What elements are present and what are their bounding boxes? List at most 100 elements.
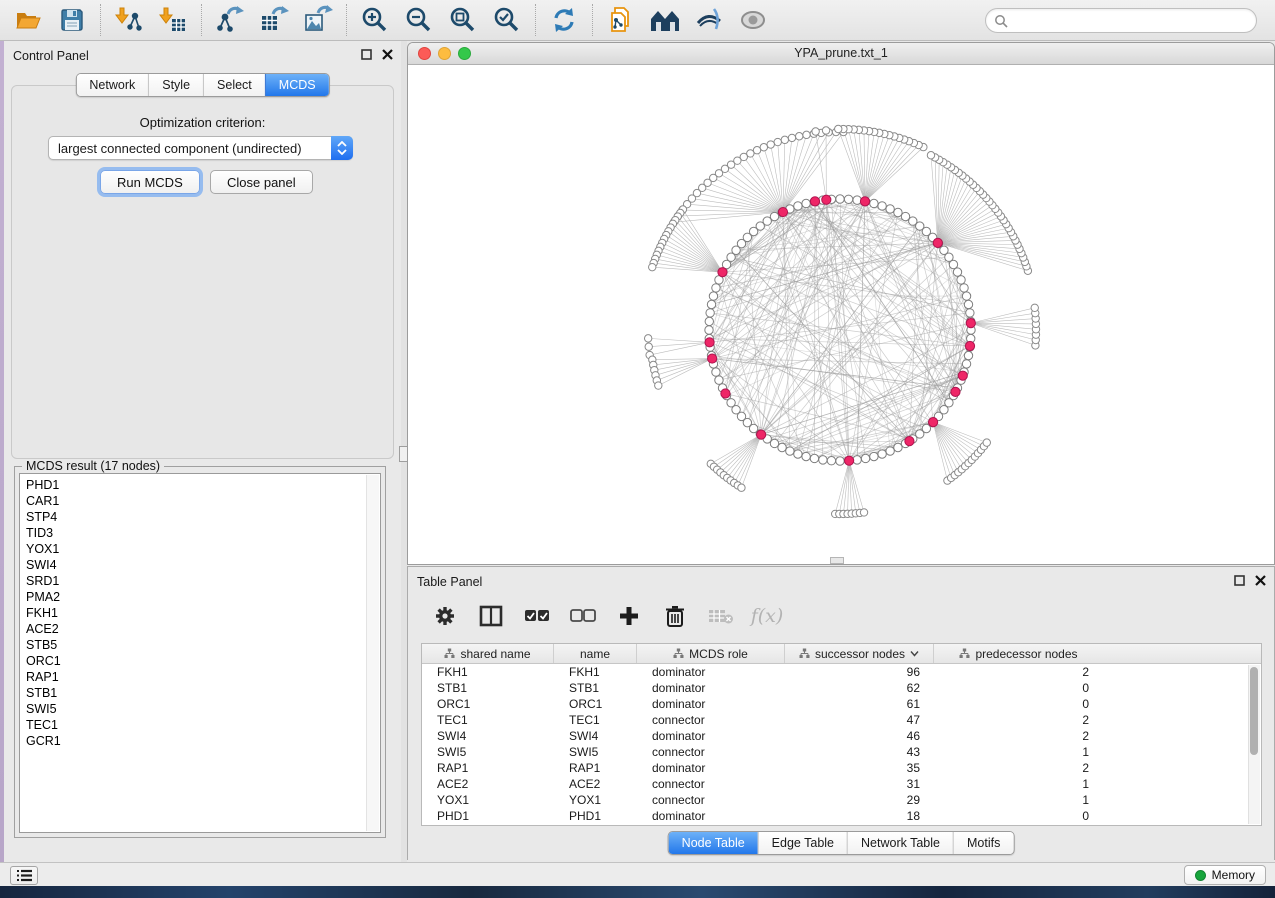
table-row[interactable]: TEC1TEC1connector472 — [422, 712, 1261, 728]
mcds-result-item[interactable]: FKH1 — [26, 605, 380, 621]
horizontal-splitter-handle[interactable] — [830, 557, 844, 564]
deselect-all-button[interactable] — [570, 603, 596, 629]
zoom-fit-button[interactable] — [447, 4, 479, 36]
delete-column-button[interactable] — [662, 603, 688, 629]
tab-edge-table[interactable]: Edge Table — [758, 832, 847, 854]
zoom-out-button[interactable] — [403, 4, 435, 36]
mcds-result-item[interactable]: PMA2 — [26, 589, 380, 605]
table-cell: 62 — [785, 680, 934, 696]
mcds-result-item[interactable]: STB5 — [26, 637, 380, 653]
table-scrollbar[interactable] — [1248, 665, 1260, 824]
column-label: shared name — [460, 647, 530, 661]
close-window-button[interactable] — [418, 47, 431, 60]
refresh-button[interactable] — [548, 4, 580, 36]
table-cell: 0 — [934, 696, 1103, 712]
column-header-name[interactable]: name — [554, 644, 637, 663]
mcds-result-item[interactable]: ACE2 — [26, 621, 380, 637]
import-network-file-button[interactable] — [113, 4, 145, 36]
network-view-canvas[interactable] — [408, 65, 1274, 564]
status-bar: Memory — [0, 862, 1275, 886]
table-row[interactable]: ORC1ORC1dominator610 — [422, 696, 1261, 712]
zoom-selected-button[interactable] — [491, 4, 523, 36]
mcds-result-item[interactable]: SWI4 — [26, 557, 380, 573]
optimization-criterion-select[interactable]: largest connected component (undirected) — [48, 136, 353, 160]
node-table[interactable]: shared name nameMCDS rolesuccessor nodesp… — [421, 643, 1262, 826]
tab-style[interactable]: Style — [148, 74, 203, 96]
mcds-result-item[interactable]: GCR1 — [26, 733, 380, 749]
export-table-button[interactable] — [258, 4, 290, 36]
run-mcds-button[interactable]: Run MCDS — [100, 170, 200, 194]
tab-network-table[interactable]: Network Table — [847, 832, 953, 854]
eye-icon — [738, 8, 768, 32]
network-window: YPA_prune.txt_1 — [407, 42, 1275, 565]
table-cell: 43 — [785, 744, 934, 760]
task-history-button[interactable] — [10, 866, 38, 885]
tab-motifs[interactable]: Motifs — [953, 832, 1013, 854]
column-header-MCDS-role[interactable]: MCDS role — [637, 644, 785, 663]
table-row[interactable]: PHD1PHD1dominator180 — [422, 808, 1261, 824]
table-settings-button[interactable] — [432, 603, 458, 629]
network-window-titlebar[interactable]: YPA_prune.txt_1 — [408, 43, 1274, 65]
maximize-window-button[interactable] — [458, 47, 471, 60]
add-column-button[interactable] — [616, 603, 642, 629]
table-row[interactable]: SWI5SWI5connector431 — [422, 744, 1261, 760]
mcds-result-list[interactable]: PHD1CAR1STP4TID3YOX1SWI4SRD1PMA2FKH1ACE2… — [19, 473, 381, 833]
tab-network[interactable]: Network — [76, 74, 148, 96]
result-list-scrollbar[interactable] — [366, 475, 379, 831]
mcds-result-item[interactable]: TEC1 — [26, 717, 380, 733]
mcds-result-item[interactable]: RAP1 — [26, 669, 380, 685]
mcds-result-item[interactable]: ORC1 — [26, 653, 380, 669]
tab-select[interactable]: Select — [203, 74, 265, 96]
close-panel-icon[interactable] — [382, 49, 393, 60]
open-file-button[interactable] — [12, 4, 44, 36]
column-header-predecessor-nodes[interactable]: predecessor nodes — [934, 644, 1103, 663]
mcds-result-item[interactable]: YOX1 — [26, 541, 380, 557]
mcds-result-item[interactable]: STP4 — [26, 509, 380, 525]
search-input[interactable] — [1008, 11, 1256, 31]
clone-network-button[interactable] — [605, 4, 637, 36]
network-window-title: YPA_prune.txt_1 — [408, 43, 1274, 64]
column-header-shared-name[interactable]: shared name — [422, 644, 554, 663]
mcds-result-item[interactable]: SRD1 — [26, 573, 380, 589]
search-binoculars-button[interactable] — [649, 4, 681, 36]
zoom-in-button[interactable] — [359, 4, 391, 36]
network-graph[interactable] — [408, 65, 1274, 565]
show-all-button[interactable] — [737, 4, 769, 36]
hide-selected-button[interactable] — [693, 4, 725, 36]
search-box[interactable] — [985, 8, 1257, 33]
select-value: largest connected component (undirected) — [49, 141, 331, 156]
save-button[interactable] — [56, 4, 88, 36]
table-row[interactable]: SWI4SWI4dominator462 — [422, 728, 1261, 744]
tab-mcds[interactable]: MCDS — [265, 74, 329, 96]
unchecked-checkboxes-icon — [570, 609, 596, 623]
table-row[interactable]: FKH1FKH1dominator962 — [422, 664, 1261, 680]
table-row[interactable]: YOX1YOX1connector291 — [422, 792, 1261, 808]
import-table-file-button[interactable] — [157, 4, 189, 36]
mcds-result-item[interactable]: TID3 — [26, 525, 380, 541]
close-panel-icon[interactable] — [1255, 575, 1266, 586]
mcds-result-item[interactable]: STB1 — [26, 685, 380, 701]
select-stepper-icon — [331, 136, 353, 160]
mcds-result-item[interactable]: CAR1 — [26, 493, 380, 509]
show-columns-button[interactable] — [478, 603, 504, 629]
table-cell: ACE2 — [554, 776, 637, 792]
mcds-result-item[interactable]: PHD1 — [26, 477, 380, 493]
export-image-button[interactable] — [302, 4, 334, 36]
close-panel-button[interactable]: Close panel — [210, 170, 313, 194]
table-cell: ACE2 — [422, 776, 554, 792]
memory-button[interactable]: Memory — [1184, 865, 1266, 885]
mcds-result-item[interactable]: SWI5 — [26, 701, 380, 717]
table-row[interactable]: ACE2ACE2connector311 — [422, 776, 1261, 792]
float-panel-icon[interactable] — [361, 49, 372, 60]
table-row[interactable]: STB1STB1dominator620 — [422, 680, 1261, 696]
float-panel-icon[interactable] — [1234, 575, 1245, 586]
table-row[interactable]: RAP1RAP1dominator352 — [422, 760, 1261, 776]
hierarchy-icon — [444, 648, 455, 659]
column-header-successor-nodes[interactable]: successor nodes — [785, 644, 934, 663]
export-network-button[interactable] — [214, 4, 246, 36]
table-scrollbar-thumb[interactable] — [1250, 667, 1258, 755]
minimize-window-button[interactable] — [438, 47, 451, 60]
table-cell: 0 — [934, 808, 1103, 824]
select-all-button[interactable] — [524, 603, 550, 629]
tab-node-table[interactable]: Node Table — [669, 832, 758, 854]
